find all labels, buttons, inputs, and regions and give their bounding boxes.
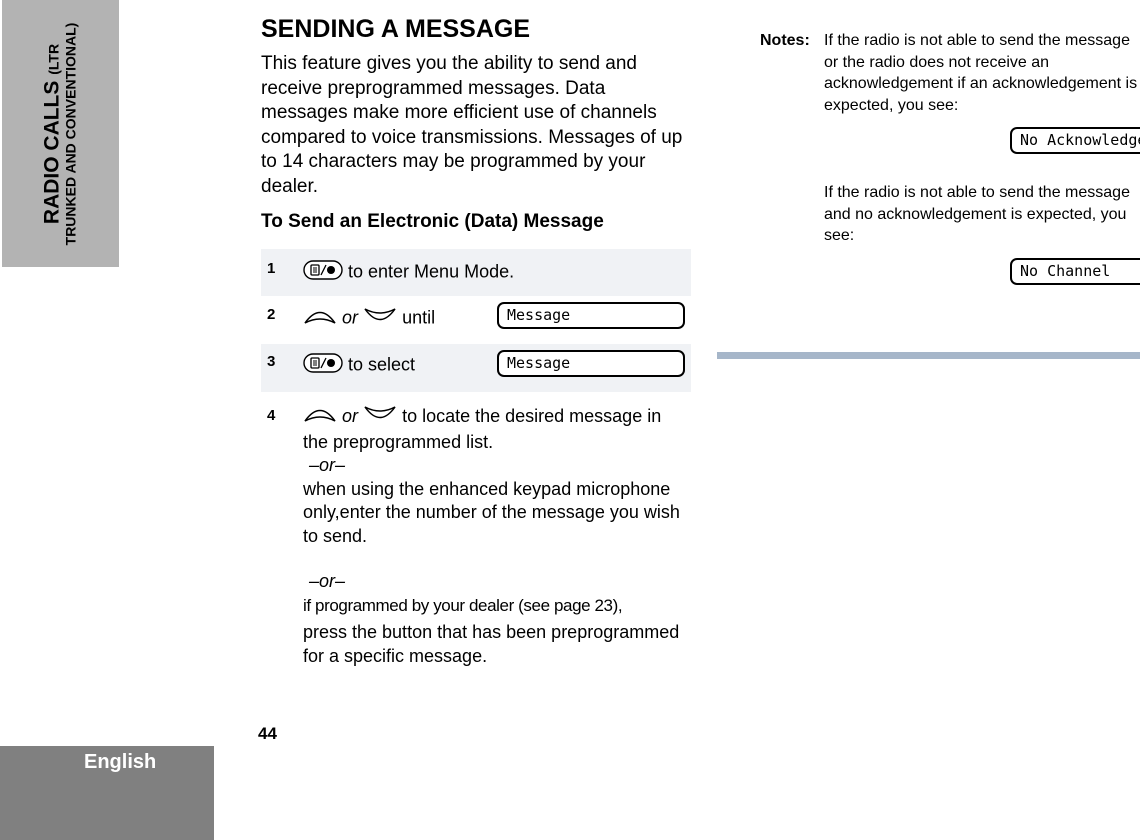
alternative-keypad: when using the enhanced keypad microphon…	[303, 478, 680, 546]
chapter-subtitle: TRUNKED AND CONVENTIONAL)	[62, 22, 79, 246]
notes-section: Notes: If the radio is not able to send …	[760, 30, 1140, 285]
step-3: 3 to select Message	[261, 344, 691, 392]
notes-label: Notes:	[760, 32, 810, 49]
step-number: 4	[267, 407, 276, 424]
down-arrow-icon	[363, 404, 397, 431]
step-1: 1 to enter Menu Mode.	[261, 249, 691, 296]
radio-display-no-channel: No Channel	[1010, 257, 1140, 285]
chapter-side-tab-text: RADIO CALLS (LTR TRUNKED AND CONVENTIONA…	[40, 22, 79, 246]
section-divider	[717, 352, 1140, 359]
step-text: to select	[348, 354, 416, 375]
up-arrow-icon	[303, 404, 337, 431]
step-4: 4 or to locate the desired message in th…	[261, 392, 691, 668]
step-number: 2	[267, 306, 276, 323]
step-text: to enter Menu Mode.	[348, 261, 515, 282]
note-no-channel: If the radio is not able to send the mes…	[824, 184, 1130, 244]
alternative-dealer-button: press the button that has been preprogra…	[303, 622, 680, 666]
or-text: or	[342, 307, 359, 328]
page-number: 44	[258, 724, 277, 743]
menu-select-button-icon	[303, 260, 343, 285]
or-separator: –or–	[309, 455, 346, 475]
chapter-subtitle-start: (LTR	[45, 43, 62, 75]
step-number: 3	[267, 353, 276, 370]
alternative-dealer-condition: if programmed by your dealer (see page 2…	[303, 595, 623, 615]
intro-paragraph: This feature gives you the ability to se…	[261, 53, 683, 197]
menu-select-button-icon	[303, 353, 343, 378]
language-tab: English	[0, 746, 214, 840]
step-2: 2 or until Message	[261, 296, 691, 344]
chapter-title: RADIO CALLS	[40, 80, 64, 225]
chapter-side-tab: RADIO CALLS (LTR TRUNKED AND CONVENTIONA…	[2, 0, 119, 267]
radio-display: Message	[497, 350, 685, 377]
radio-display: Message	[497, 302, 685, 329]
language-label: English	[84, 751, 157, 773]
procedure-heading: To Send an Electronic (Data) Message	[261, 211, 604, 232]
down-arrow-icon	[363, 306, 397, 331]
radio-display-no-acknowledge: No Acknowledge	[1010, 127, 1140, 154]
main-column: SENDING A MESSAGE This feature gives you…	[261, 14, 691, 243]
note-no-acknowledge: If the radio is not able to send the mes…	[824, 32, 1138, 114]
section-title: SENDING A MESSAGE	[261, 15, 531, 43]
step-text: until	[402, 307, 436, 328]
or-text: or	[342, 406, 359, 426]
or-separator: –or–	[309, 571, 346, 591]
step-number: 1	[267, 260, 276, 277]
up-arrow-icon	[303, 306, 337, 331]
procedure-steps: 1 to enter Menu Mode. 2 or until Message…	[261, 249, 691, 668]
